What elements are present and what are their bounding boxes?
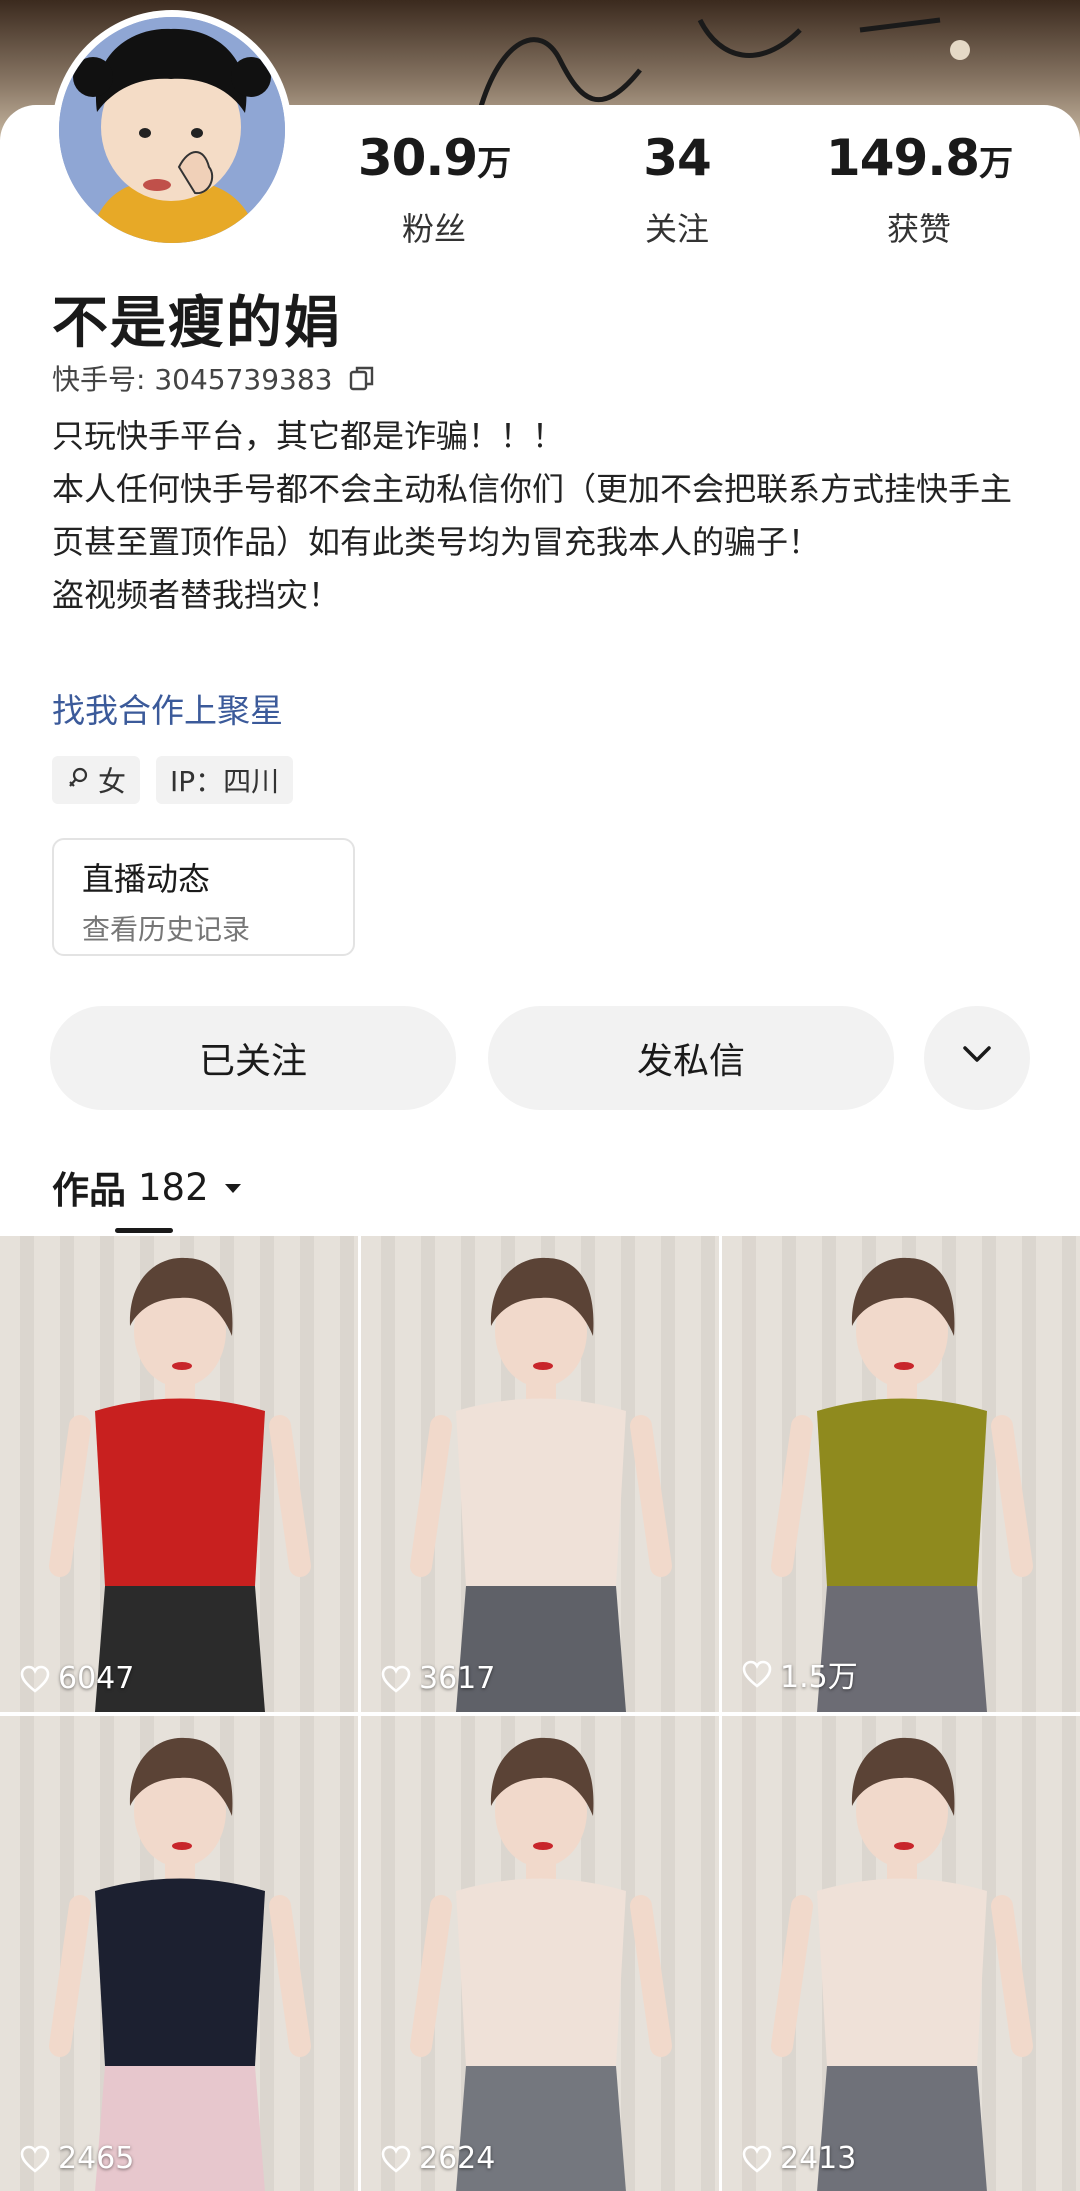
fans-label: 粉丝 (401, 210, 466, 248)
video-likes-count: 2465 (58, 2141, 135, 2176)
bio-line: 只玩快手平台，其它都是诈骗！！！ (52, 417, 565, 455)
avatar[interactable] (52, 10, 292, 250)
works-count: 182 (138, 1165, 209, 1209)
more-button[interactable] (924, 1006, 1030, 1110)
kuaishou-id-row[interactable]: 快手号: 3045739383 (52, 358, 376, 398)
ip-tag: IP：四川 (156, 756, 294, 804)
heart-icon (20, 1665, 50, 1693)
video-likes-count: 6047 (58, 1661, 135, 1696)
video-tile[interactable]: 3617 (361, 1236, 719, 1712)
heart-icon (742, 1660, 772, 1688)
video-likes: 2624 (381, 2141, 495, 2176)
video-likes-count: 2413 (780, 2141, 857, 2176)
video-likes-count: 1.5万 (780, 1660, 858, 1695)
message-button[interactable]: 发私信 (488, 1006, 894, 1110)
kuaishou-id: 快手号: 3045739383 (52, 363, 333, 396)
profile-bio: 只玩快手平台，其它都是诈骗！！！ 本人任何快手号都不会主动私信你们（更加不会把联… (52, 410, 1032, 622)
works-label: 作品 (52, 1169, 126, 1212)
profile-page: 30.9万 粉丝 34 关注 149.8万 获赞 不是瘦的娟 快手号: 3045… (0, 0, 1080, 2191)
gender-tag: 女 (52, 756, 141, 804)
video-tile[interactable]: 2465 (0, 1716, 358, 2191)
heart-icon (742, 2145, 772, 2173)
chevron-down-icon (957, 1034, 997, 1083)
video-likes-count: 3617 (419, 1661, 496, 1696)
video-likes: 2413 (742, 2141, 856, 2176)
video-likes: 1.5万 (742, 1652, 858, 1696)
live-title: 直播动态 (82, 860, 211, 898)
profile-name: 不是瘦的娟 (52, 291, 342, 356)
video-likes: 2465 (20, 2141, 134, 2176)
profile-tags: 女 IP：四川 (52, 756, 294, 804)
live-history-card[interactable]: 直播动态 查看历史记录 (52, 838, 355, 956)
live-subtitle: 查看历史记录 (82, 913, 251, 946)
gender-label: 女 (98, 765, 127, 798)
tab-works[interactable]: 作品 182 (52, 1160, 245, 1214)
cooperation-link[interactable]: 找我合作上聚星 (52, 684, 283, 732)
followed-button[interactable]: 已关注 (50, 1006, 456, 1110)
video-tile[interactable]: 6047 (0, 1236, 358, 1712)
heart-icon (20, 2145, 50, 2173)
caret-down-icon (221, 1166, 245, 1209)
following-label: 关注 (644, 210, 709, 248)
video-likes: 3617 (381, 1661, 495, 1696)
likes-stat[interactable]: 149.8万 获赞 (819, 128, 1019, 250)
bio-line: 本人任何快手号都不会主动私信你们（更加不会把联系方式挂快手主页甚至置顶作品）如有… (52, 470, 1013, 561)
likes-label: 获赞 (886, 210, 951, 248)
following-stat[interactable]: 34 关注 (577, 128, 777, 250)
video-likes-count: 2624 (419, 2141, 496, 2176)
video-likes: 6047 (20, 1661, 134, 1696)
heart-icon (381, 2145, 411, 2173)
fans-stat[interactable]: 30.9万 粉丝 (334, 128, 534, 250)
video-tile[interactable]: 1.5万 (722, 1236, 1080, 1712)
heart-icon (381, 1665, 411, 1693)
female-icon (66, 764, 90, 797)
bio-line: 盗视频者替我挡灾！ (52, 576, 341, 614)
copy-icon[interactable] (348, 364, 376, 392)
tab-indicator (115, 1228, 173, 1233)
video-tile[interactable]: 2624 (361, 1716, 719, 2191)
video-tile[interactable]: 2413 (722, 1716, 1080, 2191)
